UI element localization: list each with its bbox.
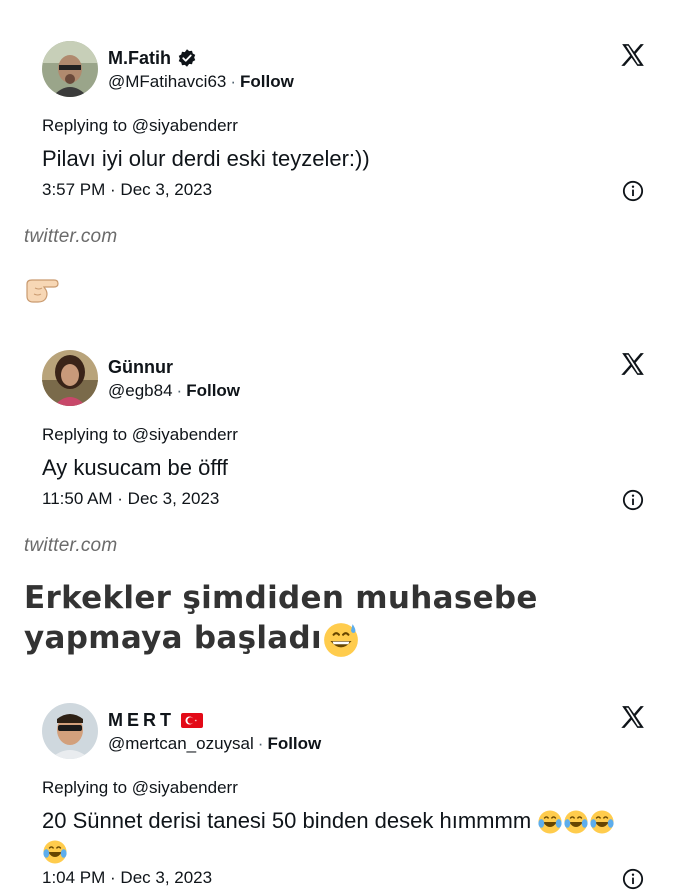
- turkey-flag-icon: [181, 712, 203, 728]
- verified-badge-icon: [178, 49, 196, 67]
- replying-to: Replying to @siyabenderr: [42, 425, 238, 444]
- x-logo-icon[interactable]: [620, 704, 646, 730]
- separator-dot: ·: [230, 72, 237, 91]
- face-with-tears-of-joy-icon: [590, 810, 614, 834]
- face-with-tears-of-joy-icon: [538, 810, 562, 834]
- info-icon[interactable]: [622, 180, 644, 202]
- headline: Erkekler şimdiden muhasebe yapmaya başla…: [24, 578, 664, 659]
- author-handle[interactable]: @MFatihavci63: [108, 72, 226, 91]
- face-with-tears-of-joy-icon: [564, 810, 588, 834]
- info-icon[interactable]: [622, 489, 644, 511]
- replying-to: Replying to @siyabenderr: [42, 116, 238, 135]
- face-with-tears-of-joy-icon: [43, 840, 67, 864]
- tweet-text: Ay kusucam be öfff: [42, 455, 228, 480]
- grinning-face-with-sweat-icon: [324, 622, 358, 657]
- avatar[interactable]: [42, 41, 98, 97]
- follow-button[interactable]: Follow: [186, 381, 240, 400]
- tweet-text: 20 Sünnet derisi tanesi 50 binden desek …: [42, 806, 654, 866]
- tweet-timestamp[interactable]: 11:50 AM · Dec 3, 2023: [42, 489, 219, 509]
- author-name[interactable]: Günnur: [108, 357, 173, 378]
- tweet-timestamp[interactable]: 1:04 PM · Dec 3, 2023: [42, 868, 212, 888]
- follow-button[interactable]: Follow: [240, 72, 294, 91]
- separator-dot: ·: [176, 381, 183, 400]
- source-link[interactable]: twitter.com: [24, 226, 117, 248]
- tweet-text: Pilavı iyi olur derdi eski teyzeler:)): [42, 146, 370, 171]
- source-link[interactable]: twitter.com: [24, 535, 117, 557]
- author-handle[interactable]: @egb84: [108, 381, 173, 400]
- headline-text: Erkekler şimdiden muhasebe yapmaya başla…: [24, 580, 538, 656]
- author-name[interactable]: M.Fatih: [108, 48, 171, 69]
- x-logo-icon[interactable]: [620, 351, 646, 377]
- author-name[interactable]: MERT: [108, 710, 175, 731]
- avatar[interactable]: [42, 350, 98, 406]
- separator-dot: ·: [257, 734, 264, 753]
- follow-button[interactable]: Follow: [267, 734, 321, 753]
- replying-to: Replying to @siyabenderr: [42, 778, 238, 797]
- tweet-timestamp[interactable]: 3:57 PM · Dec 3, 2023: [42, 180, 212, 200]
- x-logo-icon[interactable]: [620, 42, 646, 68]
- author-handle[interactable]: @mertcan_ozuysal: [108, 734, 254, 753]
- backhand-index-pointing-right-icon: [26, 279, 59, 303]
- info-icon[interactable]: [622, 868, 644, 890]
- tweet-text-body: 20 Sünnet derisi tanesi 50 binden desek …: [42, 808, 532, 833]
- avatar[interactable]: [42, 703, 98, 759]
